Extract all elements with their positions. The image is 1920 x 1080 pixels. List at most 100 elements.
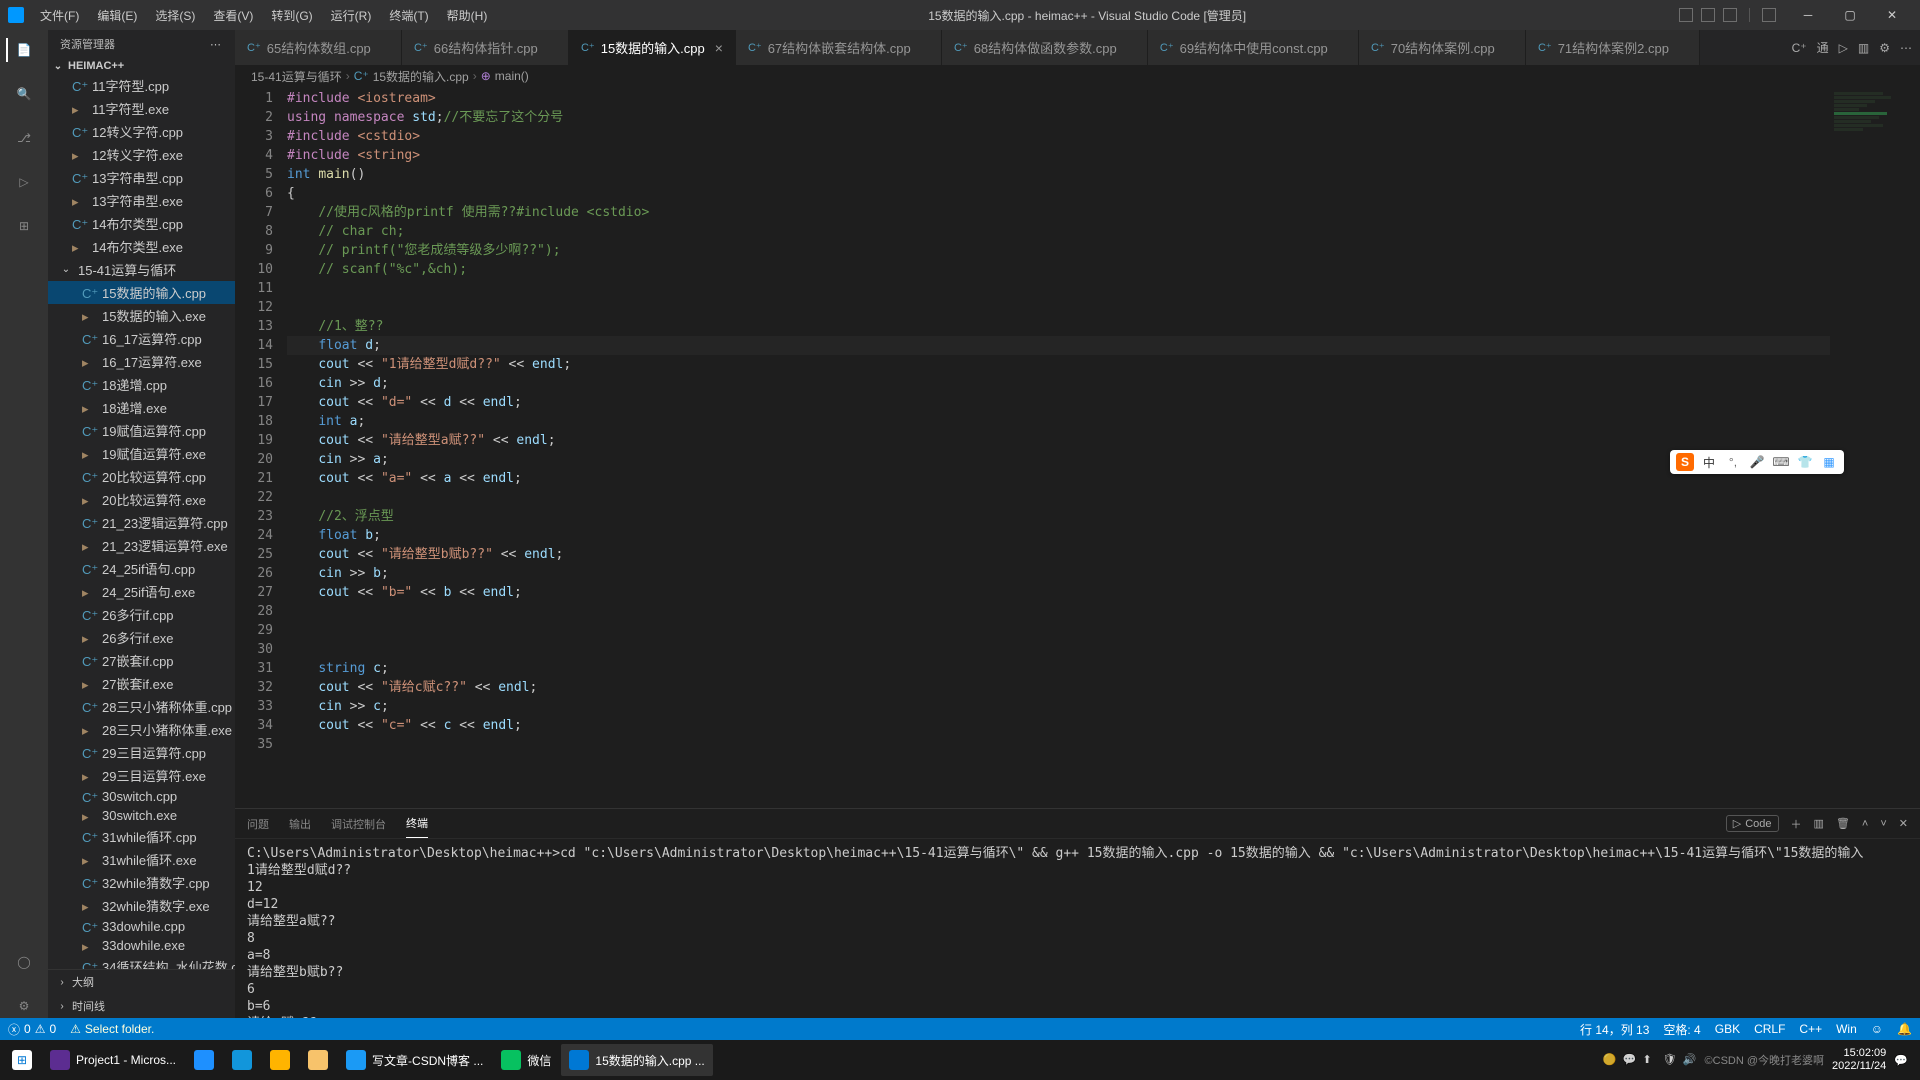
file-item[interactable]: ▸28三只小猪称体重.exe [48,718,235,741]
taskbar-item[interactable]: Project1 - Micros... [42,1044,184,1076]
file-item[interactable]: C⁺21_23逻辑运算符.cpp [48,511,235,534]
system-tray[interactable]: 🟡 💬 ⬆ 🛡 🔊 ©CSDN @今晚打老婆啊 15:02:092022/11/… [1603,1047,1916,1073]
file-item[interactable]: C⁺19赋值运算符.cpp [48,419,235,442]
file-item[interactable]: ▸30switch.exe [48,806,235,825]
indent-status[interactable]: 空格: 4 [1663,1021,1700,1038]
ime-lang-icon[interactable]: 中 [1700,453,1718,471]
file-item[interactable]: ▸32while猜数字.exe [48,894,235,917]
terminal-profile[interactable]: ▷ Code [1726,815,1779,832]
file-item[interactable]: C⁺27嵌套if.cpp [48,649,235,672]
editor-tab[interactable]: C⁺69结构体中使用const.cpp× [1148,30,1359,65]
menu-item[interactable]: 运行(R) [323,3,380,28]
file-item[interactable]: C⁺14布尔类型.cpp [48,212,235,235]
taskbar-item[interactable]: 微信 [493,1044,559,1076]
account-icon[interactable]: ◯ [12,950,36,974]
file-item[interactable]: C⁺11字符型.cpp [48,74,235,97]
file-item[interactable]: ▸19赋值运算符.exe [48,442,235,465]
file-item[interactable]: ▸16_17运算符.exe [48,350,235,373]
file-item[interactable]: C⁺15数据的输入.cpp [48,281,235,304]
file-item[interactable]: ▸29三目运算符.exe [48,764,235,787]
file-item[interactable]: C⁺29三目运算符.cpp [48,741,235,764]
taskbar-item[interactable] [300,1044,336,1076]
ime-skin-icon[interactable]: 👕 [1796,453,1814,471]
menu-item[interactable]: 转到(G) [263,3,320,28]
file-item[interactable]: C⁺33dowhile.cpp [48,917,235,936]
file-item[interactable]: C⁺31while循环.cpp [48,825,235,848]
timeline-section[interactable]: ›时间线 [48,994,235,1018]
problems-status[interactable]: ⓧ 0 ⚠ 0 [8,1021,56,1038]
file-item[interactable]: ▸14布尔类型.exe [48,235,235,258]
settings-gear-icon[interactable]: ⚙ [12,994,36,1018]
gear-icon[interactable]: ⚙ [1879,41,1890,55]
cursor-position[interactable]: 行 14，列 13 [1580,1021,1649,1038]
ime-mic-icon[interactable]: 🎤 [1748,453,1766,471]
close-button[interactable]: ✕ [1872,1,1912,29]
folder-item[interactable]: ⌄15-41运算与循环 [48,258,235,281]
ime-toolbox-icon[interactable]: ▦ [1820,453,1838,471]
file-item[interactable]: C⁺24_25if语句.cpp [48,557,235,580]
file-item[interactable]: C⁺16_17运算符.cpp [48,327,235,350]
folder-root[interactable]: ⌄HEIMAC++ [48,58,235,74]
file-item[interactable]: C⁺26多行if.cpp [48,603,235,626]
ime-keyboard-icon[interactable]: ⌨ [1772,453,1790,471]
tray-icon[interactable]: 🟡 [1603,1053,1617,1067]
os-status[interactable]: Win [1836,1021,1857,1038]
panel-tab[interactable]: 问题 [247,810,269,838]
sogou-logo-icon[interactable]: S [1676,453,1694,471]
split-editor-icon[interactable]: ▥ [1858,41,1869,55]
trash-icon[interactable]: 🗑 [1836,817,1850,830]
file-item[interactable]: C⁺12转义字符.cpp [48,120,235,143]
file-item[interactable]: ▸27嵌套if.exe [48,672,235,695]
menu-item[interactable]: 编辑(E) [89,3,145,28]
language-mode[interactable]: C++ [1799,1021,1822,1038]
terminal-output[interactable]: C:\Users\Administrator\Desktop\heimac++>… [235,839,1920,1018]
explorer-icon[interactable]: 📄 [6,38,30,62]
file-item[interactable]: C⁺18递增.cpp [48,373,235,396]
breadcrumb[interactable]: 15-41运算与循环› C⁺15数据的输入.cpp› ⊕main() [235,65,1920,87]
taskbar-item[interactable] [186,1044,222,1076]
close-panel-icon[interactable]: ✕ [1899,817,1908,830]
panel-tab[interactable]: 输出 [289,810,311,838]
extensions-icon[interactable]: ⊞ [12,214,36,238]
file-item[interactable]: ▸31while循环.exe [48,848,235,871]
minimize-button[interactable]: ─ [1788,1,1828,29]
file-item[interactable]: ▸18递增.exe [48,396,235,419]
taskbar-item[interactable]: 写文章-CSDN博客 ... [338,1044,491,1076]
tray-icon[interactable]: 💬 [1623,1053,1637,1067]
notification-center-icon[interactable]: 💬 [1894,1054,1908,1067]
outline-section[interactable]: ›大纲 [48,970,235,994]
eol-status[interactable]: CRLF [1754,1021,1785,1038]
editor-tab[interactable]: C⁺68结构体做函数参数.cpp× [942,30,1148,65]
editor-tab[interactable]: C⁺71结构体案例2.cpp× [1526,30,1700,65]
feedback-icon[interactable]: ☺ [1871,1021,1883,1038]
folder-hint[interactable]: ⚠ Select folder. [70,1022,154,1036]
ime-toolbar[interactable]: S 中 °, 🎤 ⌨ 👕 ▦ [1670,450,1844,474]
editor-tab[interactable]: C⁺70结构体案例.cpp× [1359,30,1526,65]
layout-icon[interactable] [1723,8,1737,22]
file-item[interactable]: C⁺28三只小猪称体重.cpp [48,695,235,718]
file-item[interactable]: ▸12转义字符.exe [48,143,235,166]
file-item[interactable]: ▸20比较运算符.exe [48,488,235,511]
editor-tab[interactable]: C⁺15数据的输入.cpp× [569,30,736,65]
layout-icon[interactable] [1701,8,1715,22]
file-item[interactable]: C⁺20比较运算符.cpp [48,465,235,488]
chevron-down-icon[interactable]: ˅ [1880,818,1886,830]
file-item[interactable]: ▸15数据的输入.exe [48,304,235,327]
source-control-icon[interactable]: ⎇ [12,126,36,150]
panel-tab[interactable]: 调试控制台 [331,810,386,838]
layout-icon[interactable] [1679,8,1693,22]
menu-item[interactable]: 终端(T) [381,3,436,28]
editor-tab[interactable]: C⁺67结构体嵌套结构体.cpp× [736,30,942,65]
start-button[interactable]: ⊞ [4,1044,40,1076]
run-debug-icon[interactable]: ▷ [12,170,36,194]
tray-icon[interactable]: 🛡 [1663,1053,1677,1067]
file-item[interactable]: C⁺32while猜数字.cpp [48,871,235,894]
chevron-up-icon[interactable]: ˄ [1862,818,1868,830]
code-editor[interactable]: #include <iostream>using namespace std;/… [287,87,1830,808]
maximize-button[interactable]: ▢ [1830,1,1870,29]
tray-icon[interactable]: 🔊 [1683,1053,1697,1067]
editor-tab[interactable]: C⁺66结构体指针.cpp× [402,30,569,65]
file-item[interactable]: ▸11字符型.exe [48,97,235,120]
more-actions-icon[interactable]: ⋯ [210,38,223,51]
ime-punct-icon[interactable]: °, [1724,453,1742,471]
